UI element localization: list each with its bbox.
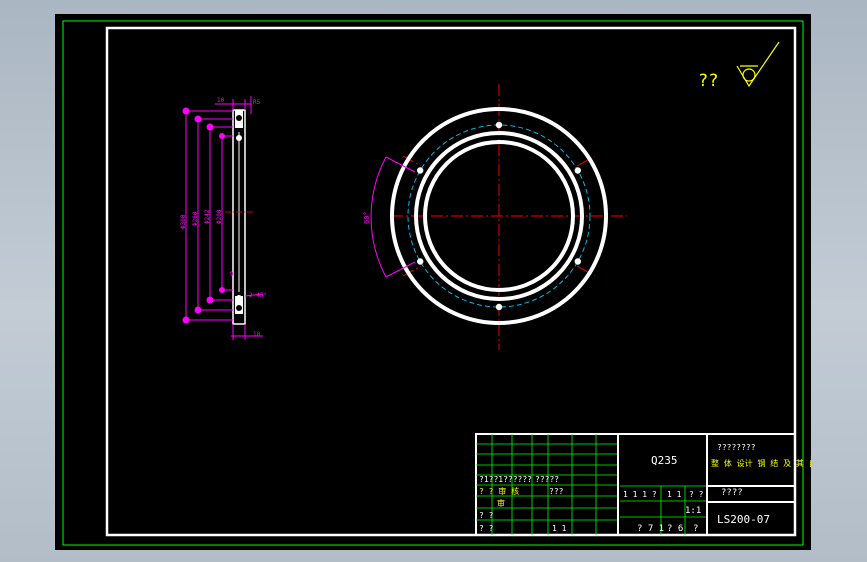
bolt-hole xyxy=(417,258,424,265)
sheet-c: ? xyxy=(693,524,698,534)
weight-a: 1 1 1 ? xyxy=(623,490,657,499)
sheet-a: ? 7 1 xyxy=(637,524,664,534)
bolt-hole xyxy=(495,121,503,129)
row4-a: ? ? xyxy=(479,511,494,520)
dim-chamfer: 2-45° xyxy=(249,292,267,299)
dim-dia-outer: Φ300 xyxy=(180,214,187,229)
row2-b: ??? xyxy=(549,487,564,496)
dim-dia-inner: Φ242 xyxy=(204,209,211,224)
title-sub: ???? xyxy=(721,488,743,498)
row1-left: ?1??1?????? xyxy=(479,475,532,484)
weight-b: 1 1 xyxy=(667,490,682,499)
dim-top-a: 10 xyxy=(217,97,225,104)
angle-label: 60° xyxy=(363,211,371,224)
sheet-background xyxy=(55,14,811,550)
scale-label: 1:1 xyxy=(685,506,701,516)
drawing-number: LS200-07 xyxy=(717,513,770,526)
bolt-hole xyxy=(574,258,581,265)
material-label: Q235 xyxy=(651,454,678,467)
row1-b: ????? xyxy=(535,475,559,484)
bolt-hole xyxy=(417,167,424,174)
row5-a: ? ? xyxy=(479,524,494,533)
row5-b: 1 1 xyxy=(552,524,567,533)
bolt-hole xyxy=(495,303,503,311)
dim-top-b: R5 xyxy=(253,99,261,106)
weight-c: ? ? xyxy=(689,490,704,499)
sheet-b: ? 6 xyxy=(667,524,683,534)
roughness-text: ?? xyxy=(698,71,718,91)
dim-label-1: 9 xyxy=(230,271,234,278)
row3-a: 审 xyxy=(497,498,505,508)
bolt-hole xyxy=(574,167,581,174)
row2-mark: ? ? 审 核 xyxy=(479,486,519,496)
dim-bottom: 10 xyxy=(253,331,261,338)
drawing-sheet: ?? 10 R5 Φ300 Φ260 Φ242 Φ200 9 2-45° 10 … xyxy=(55,14,842,550)
title-top: ???????? xyxy=(717,443,756,452)
dim-dia-small: Φ200 xyxy=(216,209,223,224)
dim-dia-mid: Φ260 xyxy=(192,211,199,226)
title-main: 整 体 设计 钢 结 及 其 自 动 化 xyxy=(711,458,811,468)
